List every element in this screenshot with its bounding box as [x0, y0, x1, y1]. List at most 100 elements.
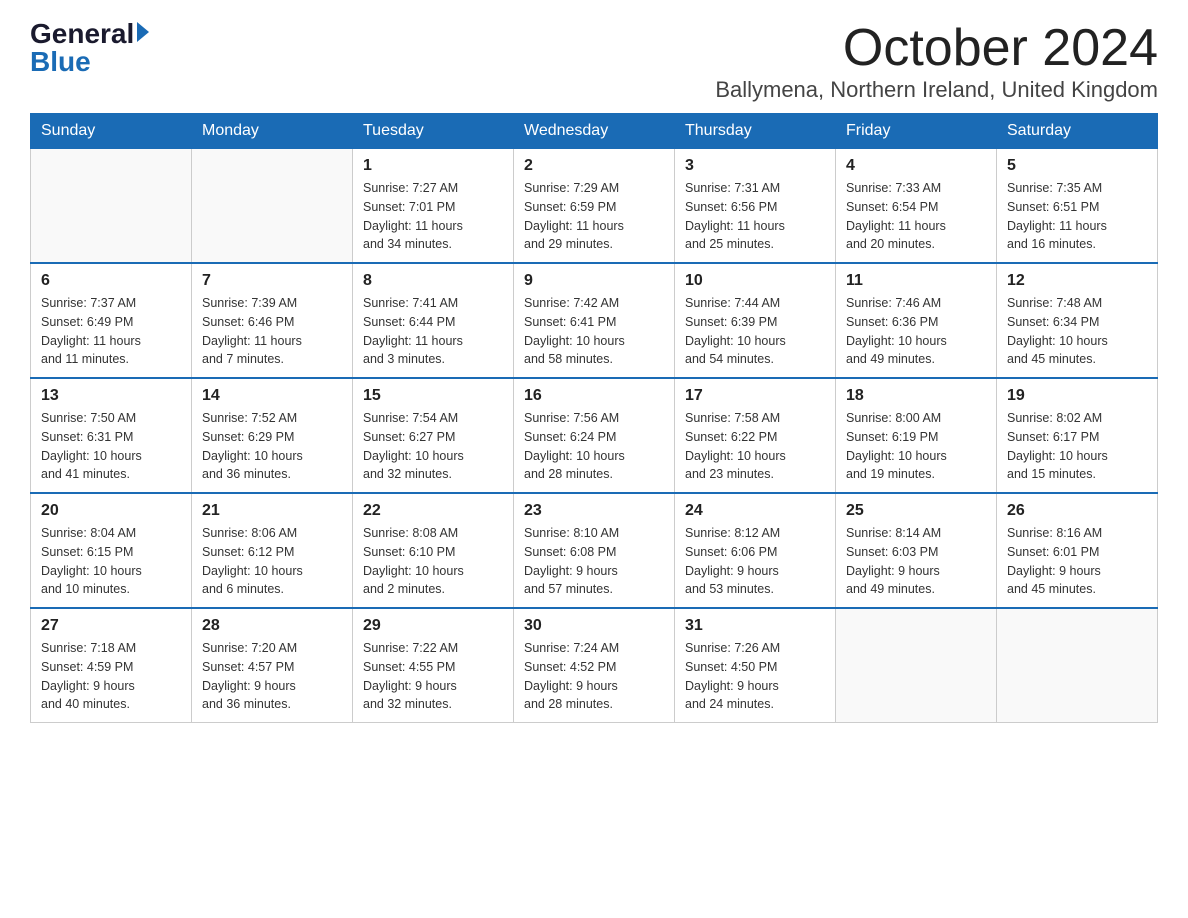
calendar-cell — [31, 149, 192, 264]
day-number: 31 — [685, 617, 825, 635]
header-row: SundayMondayTuesdayWednesdayThursdayFrid… — [31, 114, 1158, 149]
day-info: Sunrise: 7:50 AMSunset: 6:31 PMDaylight:… — [41, 409, 181, 484]
day-info: Sunrise: 8:14 AMSunset: 6:03 PMDaylight:… — [846, 524, 986, 599]
day-number: 30 — [524, 617, 664, 635]
calendar-cell: 7Sunrise: 7:39 AMSunset: 6:46 PMDaylight… — [192, 263, 353, 378]
day-info: Sunrise: 7:48 AMSunset: 6:34 PMDaylight:… — [1007, 294, 1147, 369]
day-number: 1 — [363, 157, 503, 175]
calendar-cell: 20 Sunrise: 8:04 AMSunset: 6:15 PMDayligh… — [31, 493, 192, 608]
calendar-cell: 18 Sunrise: 8:00 AMSunset: 6:19 PMDayligh… — [836, 378, 997, 493]
day-info: Sunrise: 7:58 AMSunset: 6:22 PMDaylight:… — [685, 409, 825, 484]
calendar-cell: 29Sunrise: 7:22 AMSunset: 4:55 PMDayligh… — [353, 608, 514, 723]
day-number: 28 — [202, 617, 342, 635]
week-row-3: 13 Sunrise: 7:50 AMSunset: 6:31 PMDayligh… — [31, 378, 1158, 493]
day-number: 6 — [41, 272, 181, 290]
day-number: 17 — [685, 387, 825, 405]
day-number: 13 — [41, 387, 181, 405]
day-info: Sunrise: 8:06 AMSunset: 6:12 PMDaylight:… — [202, 524, 342, 599]
day-info: Sunrise: 7:56 AMSunset: 6:24 PMDaylight:… — [524, 409, 664, 484]
calendar-cell: 13 Sunrise: 7:50 AMSunset: 6:31 PMDayligh… — [31, 378, 192, 493]
calendar-cell — [192, 149, 353, 264]
day-number: 24 — [685, 502, 825, 520]
calendar-cell: 8Sunrise: 7:41 AMSunset: 6:44 PMDaylight… — [353, 263, 514, 378]
calendar-cell: 28 Sunrise: 7:20 AMSunset: 4:57 PMDayligh… — [192, 608, 353, 723]
day-number: 19 — [1007, 387, 1147, 405]
location-title: Ballymena, Northern Ireland, United King… — [715, 77, 1158, 103]
calendar-cell: 26Sunrise: 8:16 AMSunset: 6:01 PMDayligh… — [997, 493, 1158, 608]
calendar-cell: 4Sunrise: 7:33 AMSunset: 6:54 PMDaylight… — [836, 149, 997, 264]
calendar-cell: 24Sunrise: 8:12 AMSunset: 6:06 PMDayligh… — [675, 493, 836, 608]
week-row-5: 27 Sunrise: 7:18 AMSunset: 4:59 PMDayligh… — [31, 608, 1158, 723]
day-info: Sunrise: 7:18 AMSunset: 4:59 PMDaylight:… — [41, 639, 181, 714]
col-header-friday: Friday — [836, 114, 997, 149]
calendar-cell: 23 Sunrise: 8:10 AMSunset: 6:08 PMDayligh… — [514, 493, 675, 608]
day-number: 25 — [846, 502, 986, 520]
day-info: Sunrise: 8:10 AMSunset: 6:08 PMDaylight:… — [524, 524, 664, 599]
day-number: 15 — [363, 387, 503, 405]
calendar-cell: 9Sunrise: 7:42 AMSunset: 6:41 PMDaylight… — [514, 263, 675, 378]
calendar-cell: 3 Sunrise: 7:31 AMSunset: 6:56 PMDaylight… — [675, 149, 836, 264]
day-info: Sunrise: 7:27 AMSunset: 7:01 PMDaylight:… — [363, 179, 503, 254]
calendar-cell: 2 Sunrise: 7:29 AMSunset: 6:59 PMDaylight… — [514, 149, 675, 264]
month-title: October 2024 — [715, 20, 1158, 77]
calendar-table: SundayMondayTuesdayWednesdayThursdayFrid… — [30, 113, 1158, 723]
calendar-cell: 30 Sunrise: 7:24 AMSunset: 4:52 PMDayligh… — [514, 608, 675, 723]
calendar-cell: 21 Sunrise: 8:06 AMSunset: 6:12 PMDayligh… — [192, 493, 353, 608]
calendar-cell — [836, 608, 997, 723]
day-number: 23 — [524, 502, 664, 520]
col-header-monday: Monday — [192, 114, 353, 149]
calendar-cell: 16 Sunrise: 7:56 AMSunset: 6:24 PMDayligh… — [514, 378, 675, 493]
day-number: 21 — [202, 502, 342, 520]
calendar-cell: 19 Sunrise: 8:02 AMSunset: 6:17 PMDayligh… — [997, 378, 1158, 493]
day-info: Sunrise: 8:04 AMSunset: 6:15 PMDaylight:… — [41, 524, 181, 599]
col-header-wednesday: Wednesday — [514, 114, 675, 149]
logo-blue: Blue — [30, 48, 91, 76]
day-info: Sunrise: 7:31 AMSunset: 6:56 PMDaylight:… — [685, 179, 825, 254]
calendar-cell: 14 Sunrise: 7:52 AMSunset: 6:29 PMDayligh… — [192, 378, 353, 493]
day-number: 14 — [202, 387, 342, 405]
day-number: 3 — [685, 157, 825, 175]
day-info: Sunrise: 8:00 AMSunset: 6:19 PMDaylight:… — [846, 409, 986, 484]
day-number: 10 — [685, 272, 825, 290]
logo: General Blue — [30, 20, 149, 76]
day-info: Sunrise: 7:26 AMSunset: 4:50 PMDaylight:… — [685, 639, 825, 714]
day-number: 2 — [524, 157, 664, 175]
day-number: 5 — [1007, 157, 1147, 175]
calendar-cell: 11Sunrise: 7:46 AMSunset: 6:36 PMDayligh… — [836, 263, 997, 378]
day-info: Sunrise: 7:44 AMSunset: 6:39 PMDaylight:… — [685, 294, 825, 369]
day-number: 27 — [41, 617, 181, 635]
day-number: 16 — [524, 387, 664, 405]
calendar-cell: 25 Sunrise: 8:14 AMSunset: 6:03 PMDayligh… — [836, 493, 997, 608]
calendar-cell: 15Sunrise: 7:54 AMSunset: 6:27 PMDayligh… — [353, 378, 514, 493]
calendar-cell: 1 Sunrise: 7:27 AMSunset: 7:01 PMDaylight… — [353, 149, 514, 264]
day-info: Sunrise: 8:02 AMSunset: 6:17 PMDaylight:… — [1007, 409, 1147, 484]
day-number: 9 — [524, 272, 664, 290]
calendar-cell: 12Sunrise: 7:48 AMSunset: 6:34 PMDayligh… — [997, 263, 1158, 378]
col-header-sunday: Sunday — [31, 114, 192, 149]
logo-triangle-icon — [137, 22, 149, 42]
header: General Blue October 2024 Ballymena, Nor… — [30, 20, 1158, 103]
day-number: 18 — [846, 387, 986, 405]
day-number: 26 — [1007, 502, 1147, 520]
day-info: Sunrise: 7:37 AMSunset: 6:49 PMDaylight:… — [41, 294, 181, 369]
calendar-cell: 6 Sunrise: 7:37 AMSunset: 6:49 PMDaylight… — [31, 263, 192, 378]
day-info: Sunrise: 7:35 AMSunset: 6:51 PMDaylight:… — [1007, 179, 1147, 254]
day-info: Sunrise: 7:52 AMSunset: 6:29 PMDaylight:… — [202, 409, 342, 484]
day-number: 20 — [41, 502, 181, 520]
day-info: Sunrise: 7:20 AMSunset: 4:57 PMDaylight:… — [202, 639, 342, 714]
logo-general: General — [30, 20, 134, 48]
calendar-cell: 5 Sunrise: 7:35 AMSunset: 6:51 PMDaylight… — [997, 149, 1158, 264]
day-info: Sunrise: 7:24 AMSunset: 4:52 PMDaylight:… — [524, 639, 664, 714]
day-number: 7 — [202, 272, 342, 290]
day-number: 29 — [363, 617, 503, 635]
week-row-2: 6 Sunrise: 7:37 AMSunset: 6:49 PMDaylight… — [31, 263, 1158, 378]
calendar-cell: 27 Sunrise: 7:18 AMSunset: 4:59 PMDayligh… — [31, 608, 192, 723]
day-info: Sunrise: 8:08 AMSunset: 6:10 PMDaylight:… — [363, 524, 503, 599]
day-number: 11 — [846, 272, 986, 290]
calendar-cell: 10 Sunrise: 7:44 AMSunset: 6:39 PMDayligh… — [675, 263, 836, 378]
day-info: Sunrise: 7:29 AMSunset: 6:59 PMDaylight:… — [524, 179, 664, 254]
day-number: 4 — [846, 157, 986, 175]
calendar-cell: 17 Sunrise: 7:58 AMSunset: 6:22 PMDayligh… — [675, 378, 836, 493]
calendar-cell — [997, 608, 1158, 723]
day-number: 8 — [363, 272, 503, 290]
